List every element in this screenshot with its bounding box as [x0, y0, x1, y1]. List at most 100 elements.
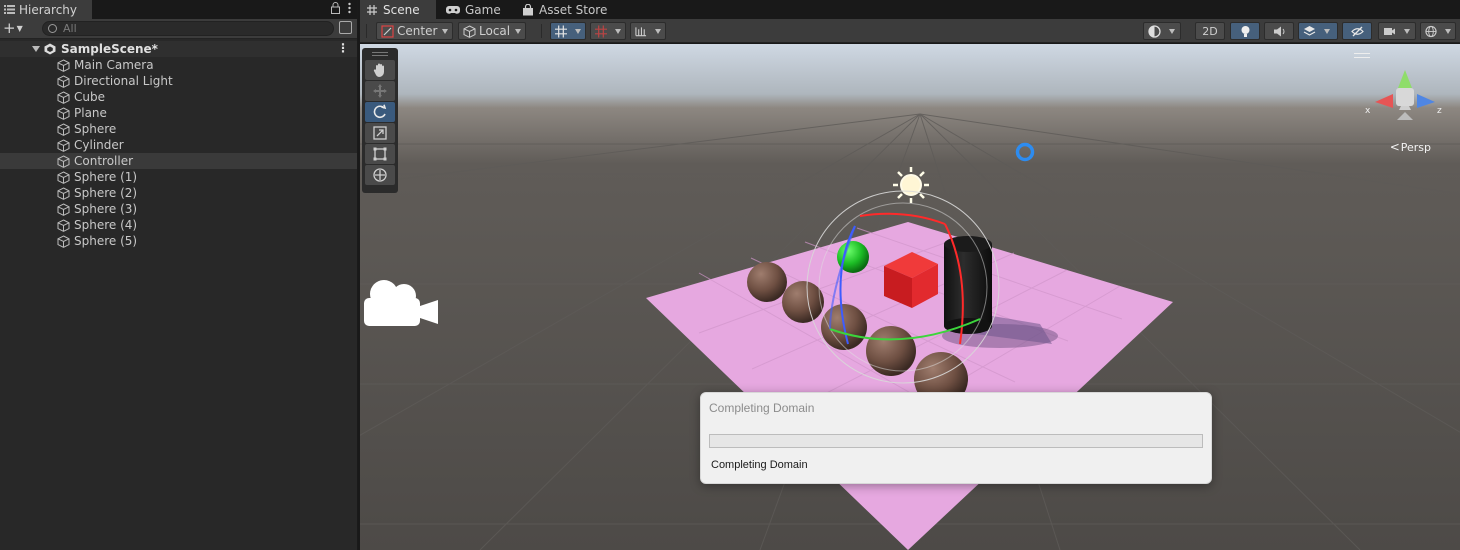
local-space-cube-icon [463, 24, 476, 38]
hierarchy-tab-bar: Hierarchy [0, 0, 357, 19]
hierarchy-item-sphere-2[interactable]: Sphere (2) [0, 185, 357, 201]
speaker-icon [1273, 26, 1284, 36]
scene-camera-button[interactable] [1378, 22, 1416, 40]
add-object-button[interactable]: + ▼ [3, 20, 23, 37]
palette-grip-icon[interactable] [372, 52, 388, 56]
chevron-down-icon [1169, 28, 1175, 34]
hierarchy-item-controller[interactable]: Controller [0, 153, 357, 169]
orientation-gizmo[interactable]: x z [1365, 70, 1442, 120]
hierarchy-item-label: Sphere [74, 122, 117, 136]
chevron-down-icon [1445, 28, 1451, 34]
scene-filter-icon[interactable] [339, 21, 352, 34]
search-input[interactable] [63, 22, 303, 35]
draw-mode-button[interactable] [1143, 22, 1181, 40]
gameobject-cube-icon [57, 202, 70, 216]
hierarchy-item-sphere-3[interactable]: Sphere (3) [0, 201, 357, 217]
tab-label: Game [465, 2, 501, 17]
projection-label: Persp [1400, 141, 1431, 154]
hierarchy-item-label: Sphere (5) [74, 234, 138, 248]
mode-2d-label: 2D [1202, 24, 1218, 38]
tab-scene[interactable]: Scene [360, 0, 436, 19]
space-mode-dropdown[interactable]: Local [458, 22, 527, 40]
hierarchy-item-label: Cylinder [74, 138, 124, 152]
hierarchy-item-label: Plane [74, 106, 107, 120]
plus-icon: + [3, 19, 16, 37]
progress-dialog: Completing Domain Completing Domain [700, 392, 1212, 484]
space-mode-label: Local [479, 24, 511, 38]
hierarchy-item-sphere-1[interactable]: Sphere (1) [0, 169, 357, 185]
hierarchy-search[interactable] [42, 21, 334, 36]
chevron-down-icon: ▼ [16, 24, 23, 33]
hierarchy-tab[interactable]: Hierarchy [0, 0, 92, 19]
hierarchy-item-cube[interactable]: Cube [0, 89, 357, 105]
perspective-icon: < [1389, 140, 1400, 154]
gizmos-button[interactable] [1420, 22, 1456, 40]
list-icon [4, 5, 15, 14]
move-arrows-icon [373, 84, 387, 98]
pivot-mode-label: Center [397, 24, 438, 38]
hierarchy-item-directional-light[interactable]: Directional Light [0, 73, 357, 89]
axis-label-z: z [1437, 106, 1442, 116]
layers-icon [1303, 25, 1316, 36]
hierarchy-item-sphere-4[interactable]: Sphere (4) [0, 217, 357, 233]
progress-dialog-info: Completing Domain [711, 459, 808, 471]
tab-label: Scene [383, 2, 420, 17]
rect-tool-button[interactable] [365, 144, 395, 164]
grid-snapping-button[interactable] [550, 22, 586, 40]
lighting-toggle-button[interactable] [1230, 22, 1260, 40]
kebab-menu-icon[interactable] [348, 2, 351, 14]
hierarchy-tab-label: Hierarchy [19, 2, 78, 17]
scene-root-row[interactable]: SampleScene* ⋮ [0, 41, 357, 57]
mode-2d-button[interactable]: 2D [1195, 22, 1225, 40]
gameobject-cube-icon [57, 170, 70, 184]
scene-menu-icon[interactable]: ⋮ [337, 41, 349, 55]
chevron-down-icon [1404, 28, 1410, 34]
scale-tool-button[interactable] [365, 123, 395, 143]
hierarchy-panel: Hierarchy + ▼ SampleScene* ⋮ [0, 0, 358, 550]
hierarchy-item-cylinder[interactable]: Cylinder [0, 137, 357, 153]
view-tool-button[interactable] [365, 60, 395, 80]
expand-arrow-icon[interactable] [32, 46, 40, 52]
hand-icon [373, 63, 384, 77]
transform-icon [373, 168, 387, 182]
gameobject-cube-icon [57, 138, 70, 152]
audio-toggle-button[interactable] [1264, 22, 1294, 40]
hierarchy-item-label: Sphere (4) [74, 218, 138, 232]
chevron-down-icon [515, 28, 522, 34]
effects-toggle-button[interactable] [1298, 22, 1338, 40]
projection-toggle[interactable]: <Persp [1390, 140, 1431, 154]
tab-asset-store[interactable]: Asset Store [516, 0, 615, 19]
hierarchy-item-plane[interactable]: Plane [0, 105, 357, 121]
scene-visibility-button[interactable] [1342, 22, 1372, 40]
eye-slash-icon [1350, 26, 1364, 36]
hierarchy-item-sphere-5[interactable]: Sphere (5) [0, 233, 357, 249]
axis-label-x: x [1365, 106, 1371, 116]
overlay-menu-icon[interactable] [1354, 53, 1370, 58]
hierarchy-item-label: Directional Light [74, 74, 173, 88]
hierarchy-toolbar: + ▼ [0, 19, 357, 39]
transform-tool-button[interactable] [365, 165, 395, 185]
sphere-object [866, 326, 916, 376]
search-icon [48, 24, 57, 33]
hierarchy-item-sphere[interactable]: Sphere [0, 121, 357, 137]
hierarchy-list: Main Camera Directional Light Cube Plane… [0, 57, 357, 249]
pivot-mode-dropdown[interactable]: Center [376, 22, 454, 40]
gameobject-cube-icon [57, 58, 70, 72]
increment-snap-button[interactable] [590, 22, 626, 40]
lock-icon[interactable] [331, 2, 340, 14]
hierarchy-item-label: Sphere (1) [74, 170, 138, 184]
chevron-down-icon [655, 28, 661, 34]
tab-game[interactable]: Game [440, 0, 509, 19]
chevron-down-icon [442, 28, 449, 34]
snap-settings-button[interactable] [630, 22, 666, 40]
scene-viewport[interactable]: x z <Persp Completing Domain Completing … [360, 44, 1460, 550]
video-camera-icon [1384, 27, 1395, 35]
move-tool-button[interactable] [365, 81, 395, 101]
hierarchy-item-main-camera[interactable]: Main Camera [0, 57, 357, 73]
gameobject-cube-icon [57, 90, 70, 104]
scene-name: SampleScene* [61, 42, 158, 56]
tab-label: Asset Store [539, 2, 608, 17]
rotate-tool-button[interactable] [365, 102, 395, 122]
progress-dialog-title: Completing Domain [709, 401, 815, 415]
gameobject-cube-icon [57, 234, 70, 248]
